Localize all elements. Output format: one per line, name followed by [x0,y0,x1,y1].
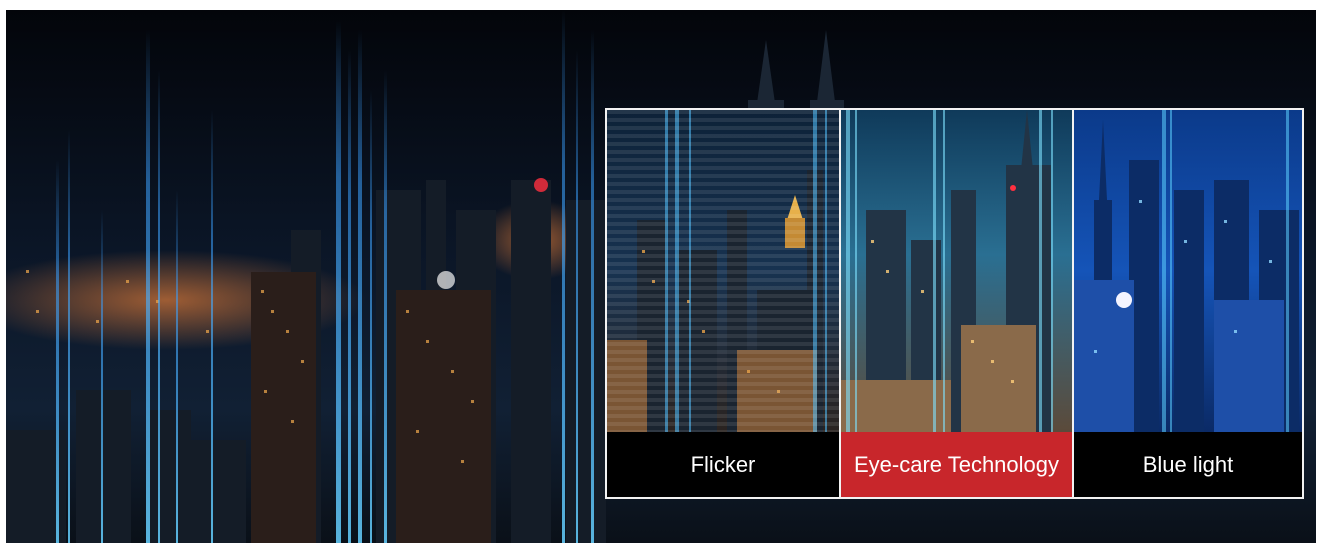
flicker-label: Flicker [607,432,839,497]
blue-light-label: Blue light [1074,432,1302,497]
eye-care-pane: Eye-care Technology [839,110,1072,497]
blue-light-pane: Blue light [1072,110,1302,497]
eye-care-label: Eye-care Technology [841,432,1072,497]
flicker-city-image [607,110,839,432]
eye-care-city-image [841,110,1072,432]
hero-banner: Flicker Eye-care Technology Blue light [6,10,1316,543]
blue-light-city-image [1074,110,1302,432]
comparison-panel: Flicker Eye-care Technology Blue light [605,108,1304,499]
flicker-pane: Flicker [607,110,839,497]
